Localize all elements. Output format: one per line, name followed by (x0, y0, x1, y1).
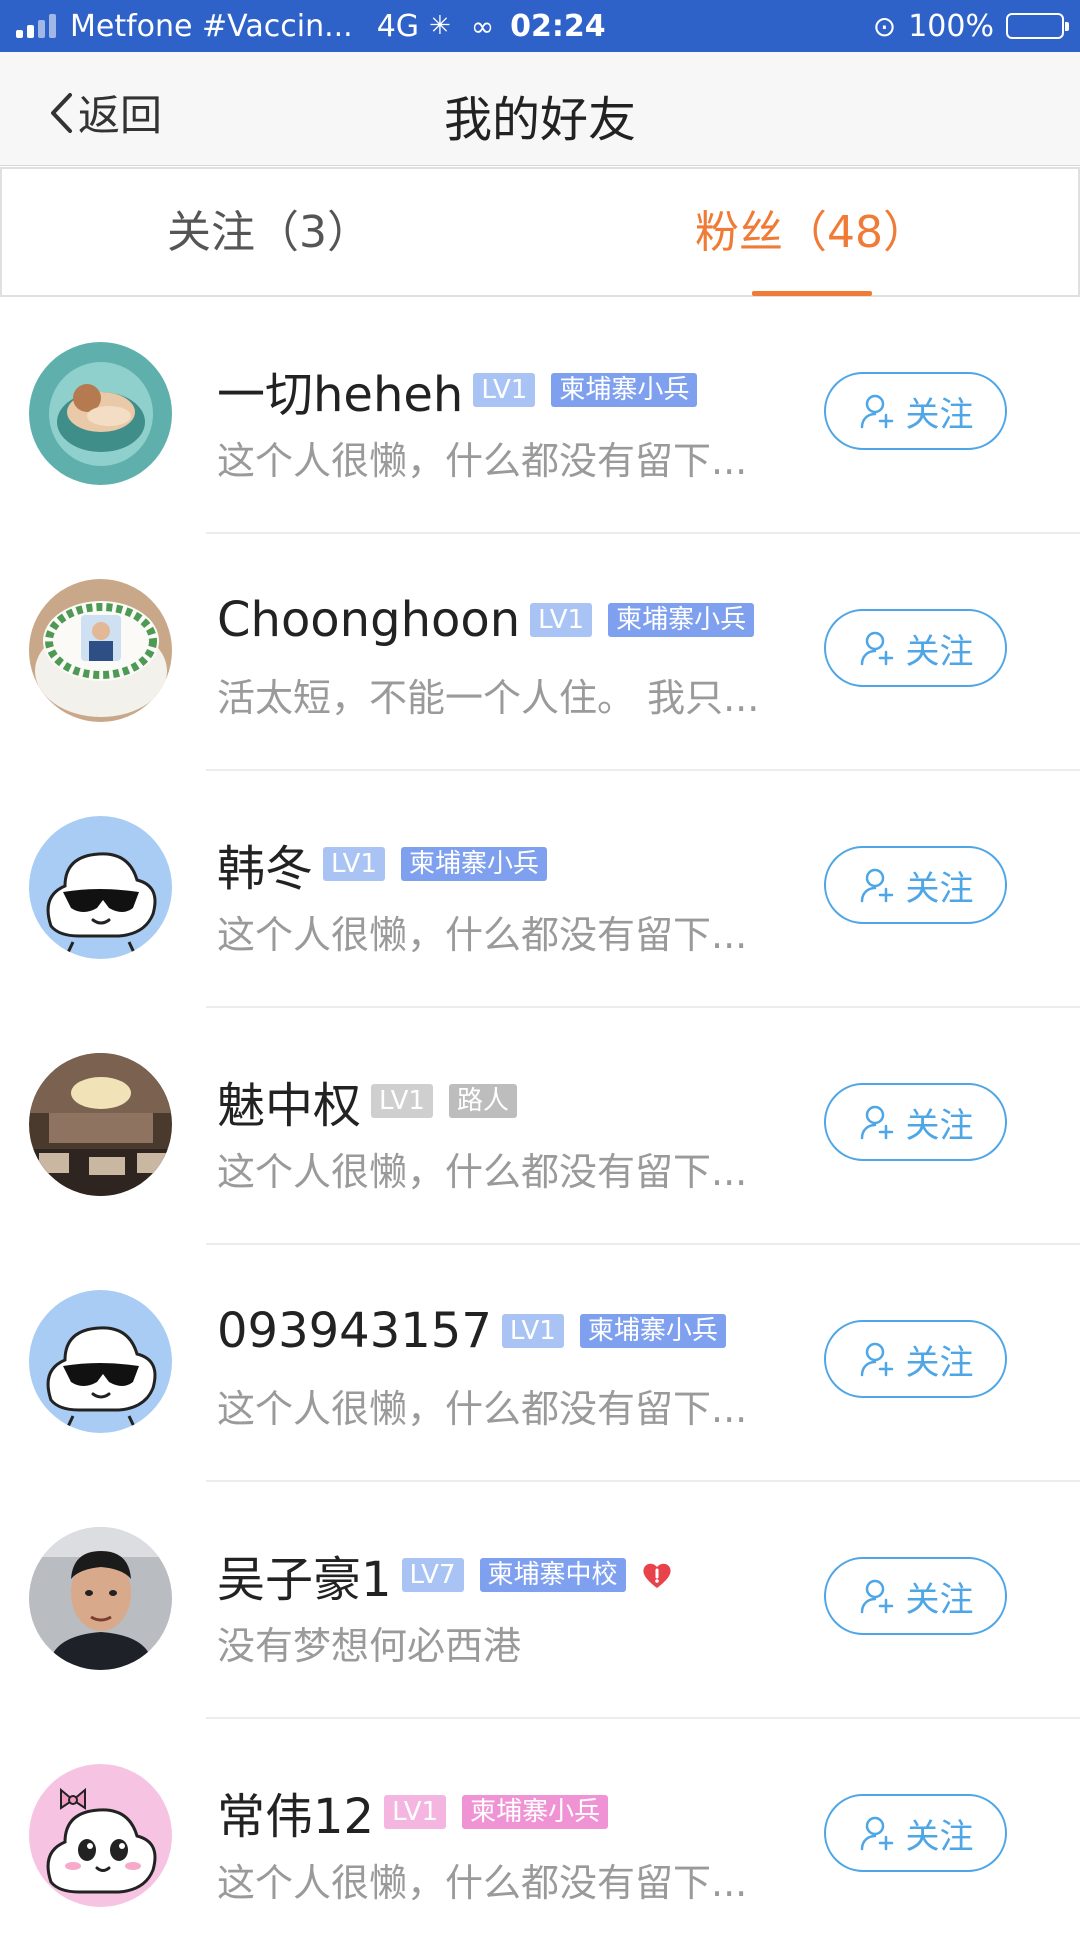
follow-button[interactable]: 关注 (824, 1320, 1007, 1398)
add-user-icon (860, 394, 893, 429)
baby-photo-image (29, 342, 172, 485)
rank-badge: 路人 (448, 1084, 517, 1118)
level-badge: LV7 (401, 1558, 464, 1592)
user-name: 吴子豪1 (217, 1552, 392, 1608)
navigation-bar: 返回 我的好友 (0, 52, 1080, 166)
user-name: 一切heheh (217, 367, 464, 423)
follow-button[interactable]: 关注 (824, 1794, 1007, 1872)
user-name: 常伟12 (217, 1789, 375, 1845)
add-user-icon (860, 868, 893, 903)
user-bio: 这个人很懒，什么都没有留下... (217, 1387, 748, 1431)
list-item[interactable]: Choonghoon LV1 柬埔寨小兵 活太短，不能一个人住。 我只... 关… (0, 534, 1080, 771)
tab-bar: 关注（3） 粉丝（48） (0, 167, 1080, 297)
cloud-sunglasses-image (29, 816, 172, 959)
man-photo-image (29, 1527, 172, 1670)
tab-following[interactable]: 关注（3） (167, 169, 371, 297)
user-bio: 这个人很懒，什么都没有留下... (217, 913, 748, 957)
avatar[interactable] (29, 342, 172, 485)
list-item[interactable]: 韩冬 LV1 柬埔寨小兵 这个人很懒，什么都没有留下... 关注 (0, 771, 1080, 1008)
user-bio: 这个人很懒，什么都没有留下... (217, 1861, 748, 1905)
cake-photo-image (29, 579, 172, 722)
follow-label: 关注 (905, 1342, 974, 1383)
follow-label: 关注 (905, 631, 974, 672)
user-name: 韩冬 (217, 841, 314, 897)
rank-badge: 柬埔寨中校 (479, 1558, 626, 1592)
follow-label: 关注 (905, 1816, 974, 1857)
avatar[interactable] (29, 579, 172, 722)
user-bio: 这个人很懒，什么都没有留下... (217, 1150, 748, 1194)
level-badge: LV1 (473, 373, 536, 407)
user-bio: 没有梦想何必西港 (217, 1624, 522, 1668)
follow-label: 关注 (905, 1105, 974, 1146)
follow-label: 关注 (905, 394, 974, 435)
avatar[interactable] (29, 1053, 172, 1196)
follow-button[interactable]: 关注 (824, 372, 1007, 450)
battery-percent: 100% (908, 8, 994, 44)
avatar[interactable] (29, 816, 172, 959)
add-user-icon (860, 631, 893, 666)
user-bio: 这个人很懒，什么都没有留下... (217, 439, 748, 483)
avatar[interactable] (29, 1527, 172, 1670)
rank-badge: 柬埔寨小兵 (579, 1314, 726, 1348)
loading-icon: ✳ (429, 11, 451, 41)
status-bar: Metfone #Vaccin... 4G ✳ ∞ 02:24 ⊙ 100% (0, 0, 1080, 52)
follow-button[interactable]: 关注 (824, 609, 1007, 687)
avatar[interactable] (29, 1764, 172, 1907)
level-badge: LV1 (371, 1084, 433, 1118)
add-user-icon (860, 1342, 893, 1377)
add-user-icon (860, 1816, 893, 1851)
list-item[interactable]: 一切heheh LV1 柬埔寨小兵 这个人很懒，什么都没有留下... 关注 (0, 297, 1080, 534)
list-item[interactable]: 093943157 LV1 柬埔寨小兵 这个人很懒，什么都没有留下... 关注 (0, 1245, 1080, 1482)
add-user-icon (860, 1579, 893, 1614)
user-bio: 活太短，不能一个人住。 我只... (217, 676, 760, 720)
clock: 02:24 (510, 8, 606, 44)
battery-icon (1006, 13, 1069, 39)
follow-button[interactable]: 关注 (824, 1083, 1007, 1161)
heart-badge-icon (642, 1563, 671, 1588)
level-badge: LV1 (384, 1795, 447, 1829)
avatar[interactable] (29, 1290, 172, 1433)
user-name: Choonghoon (217, 592, 521, 648)
rank-badge: 柬埔寨小兵 (462, 1795, 609, 1829)
level-badge: LV1 (530, 603, 593, 637)
tab-fans[interactable]: 粉丝（48） (695, 169, 927, 297)
rank-badge: 柬埔寨小兵 (551, 373, 698, 407)
carrier-label: Metfone #Vaccin... (70, 8, 353, 44)
signal-icon (16, 14, 56, 38)
add-user-icon (860, 1105, 893, 1140)
follow-button[interactable]: 关注 (824, 1557, 1007, 1635)
user-name: 魅中权 (217, 1078, 362, 1134)
level-badge: LV1 (323, 847, 385, 881)
rank-badge: 柬埔寨小兵 (400, 847, 547, 881)
list-item[interactable]: 魅中权 LV1 路人 这个人很懒，什么都没有留下... 关注 (0, 1008, 1080, 1245)
follow-label: 关注 (905, 1579, 974, 1620)
cloud-sunglasses-image (29, 1290, 172, 1433)
fans-list: 一切heheh LV1 柬埔寨小兵 这个人很懒，什么都没有留下... 关注 Ch… (0, 297, 1080, 1956)
rank-badge: 柬埔寨小兵 (608, 603, 755, 637)
rotation-lock-icon: ⊙ (872, 9, 897, 43)
restaurant-photo-image (29, 1053, 172, 1196)
follow-label: 关注 (905, 868, 974, 909)
active-tab-indicator (752, 291, 872, 296)
page-title: 我的好友 (443, 92, 636, 148)
user-name: 093943157 (217, 1303, 492, 1359)
network-label: 4G (376, 8, 420, 44)
level-badge: LV1 (501, 1314, 564, 1348)
follow-button[interactable]: 关注 (824, 846, 1007, 924)
link-icon: ∞ (470, 9, 495, 43)
list-item[interactable]: 吴子豪1 LV7 柬埔寨中校 没有梦想何必西港 关注 (0, 1482, 1080, 1719)
cloud-pink-bow-image (29, 1764, 172, 1907)
list-item[interactable]: 常伟12 LV1 柬埔寨小兵 这个人很懒，什么都没有留下... 关注 (0, 1719, 1080, 1956)
